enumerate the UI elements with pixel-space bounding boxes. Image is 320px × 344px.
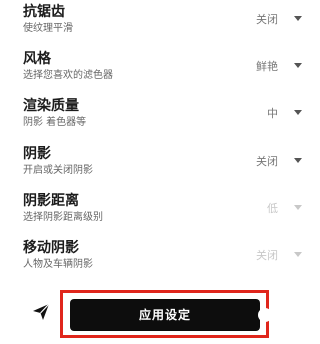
setting-value-dropdown[interactable]: 关闭 — [256, 14, 278, 26]
send-icon[interactable] — [32, 303, 50, 321]
setting-value-dropdown[interactable]: 中 — [267, 108, 278, 120]
chevron-down-icon[interactable] — [294, 16, 302, 21]
setting-title: 移动阴影 — [23, 240, 79, 256]
chevron-down-icon — [294, 252, 302, 257]
chevron-down-icon — [294, 205, 302, 210]
button-edge-glare — [258, 308, 272, 322]
setting-title: 风格 — [23, 51, 51, 67]
setting-row-style[interactable]: 风格 选择您喜欢的滤色器 鲜艳 — [0, 51, 320, 97]
chevron-down-icon[interactable] — [294, 110, 302, 115]
setting-description: 选择您喜欢的滤色器 — [23, 70, 113, 81]
setting-description: 选择阴影距离级别 — [23, 212, 103, 223]
setting-row-shadows[interactable]: 阴影 开启或关闭阴影 关闭 — [0, 146, 320, 192]
setting-description: 人物及车辆阴影 — [23, 259, 93, 270]
setting-description: 使纹理平滑 — [23, 23, 73, 34]
setting-value-dropdown[interactable]: 关闭 — [256, 156, 278, 168]
setting-description: 阴影 着色器等 — [23, 117, 87, 128]
chevron-down-icon[interactable] — [294, 63, 302, 68]
setting-row-moving-shadows: 移动阴影 人物及车辆阴影 关闭 — [0, 240, 320, 286]
graphics-settings-screen: 抗锯齿 使纹理平滑 关闭 风格 选择您喜欢的滤色器 鲜艳 渲染质量 阴影 着色器… — [0, 0, 320, 344]
setting-value-dropdown: 低 — [267, 202, 278, 215]
setting-title: 渲染质量 — [23, 98, 79, 114]
apply-settings-button[interactable]: 应用设定 — [70, 299, 260, 331]
setting-description: 开启或关闭阴影 — [23, 165, 93, 176]
setting-row-anti-aliasing[interactable]: 抗锯齿 使纹理平滑 关闭 — [0, 4, 320, 50]
bottom-action-bar: 应用设定 — [0, 288, 320, 344]
setting-title: 阴影 — [23, 146, 51, 162]
setting-row-render-quality[interactable]: 渲染质量 阴影 着色器等 中 — [0, 98, 320, 144]
setting-title: 抗锯齿 — [23, 4, 65, 20]
setting-row-shadow-distance: 阴影距离 选择阴影距离级别 低 — [0, 193, 320, 239]
chevron-down-icon[interactable] — [294, 158, 302, 163]
setting-value-dropdown[interactable]: 鲜艳 — [256, 61, 278, 73]
setting-title: 阴影距离 — [23, 193, 79, 209]
setting-value-dropdown: 关闭 — [256, 249, 278, 262]
